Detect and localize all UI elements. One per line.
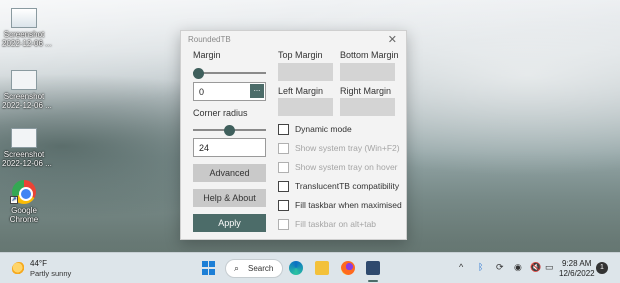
margin-options-button[interactable]: ... bbox=[250, 84, 264, 98]
slider-thumb[interactable] bbox=[224, 125, 235, 136]
checkbox[interactable] bbox=[278, 123, 289, 135]
edge-browser-icon[interactable] bbox=[289, 261, 303, 275]
show-system-tray-hover-checkbox: Show system tray on hover bbox=[278, 161, 398, 173]
checkbox-label: Fill taskbar when maximised bbox=[295, 200, 402, 210]
desktop-icon-label: 2022-12-06 ... bbox=[2, 159, 52, 168]
margin-label: Margin bbox=[193, 50, 221, 60]
desktop-icon-screenshot-2[interactable]: Screenshot 2022-12-06 ... bbox=[2, 70, 52, 110]
windows-logo-icon bbox=[209, 261, 215, 267]
weather-description: Partly sunny bbox=[30, 269, 72, 278]
dialog-title: RoundedTB bbox=[188, 35, 231, 44]
screenshot-file-icon bbox=[11, 128, 37, 148]
top-margin-label: Top Margin bbox=[278, 50, 323, 60]
bottom-margin-label: Bottom Margin bbox=[340, 50, 399, 60]
left-margin-field bbox=[278, 98, 333, 116]
advanced-button[interactable]: Advanced bbox=[193, 164, 266, 182]
file-explorer-icon[interactable] bbox=[315, 261, 329, 275]
show-system-tray-checkbox: Show system tray (Win+F2) bbox=[278, 142, 400, 154]
volume-muted-icon[interactable]: 🔇 bbox=[530, 262, 541, 273]
screenshot-file-icon bbox=[11, 70, 37, 90]
taskbar: 44°F Partly sunny ⌕ Search ^ ᛒ ⟳ ◉ 🔇 ▭ 9… bbox=[0, 252, 620, 283]
desktop-icon-label: 2022-12-06 ... bbox=[2, 39, 52, 48]
checkbox bbox=[278, 161, 289, 173]
search-label: Search bbox=[248, 264, 274, 273]
desktop-icon-label: Chrome bbox=[9, 215, 39, 224]
checkbox[interactable] bbox=[278, 199, 289, 211]
network-icon[interactable]: ◉ bbox=[514, 262, 522, 273]
checkbox-label: Fill taskbar on alt+tab bbox=[295, 219, 377, 229]
checkbox bbox=[278, 142, 289, 154]
corner-radius-label: Corner radius bbox=[193, 108, 248, 118]
desktop-icon-label: Google bbox=[11, 206, 37, 215]
battery-icon[interactable]: ▭ bbox=[545, 262, 554, 273]
top-margin-field bbox=[278, 63, 333, 81]
clock-date[interactable]: 12/6/2022 bbox=[559, 269, 595, 278]
desktop-icon-google-chrome[interactable]: ↗ Google Chrome bbox=[2, 180, 46, 224]
roundedtb-taskbar-icon[interactable] bbox=[366, 261, 380, 275]
bluetooth-icon[interactable]: ᛒ bbox=[478, 262, 483, 272]
margin-input-value: 0 bbox=[199, 87, 205, 97]
desktop-icon-screenshot-1[interactable]: Screenshot 2022-12-06 ... bbox=[2, 8, 52, 48]
firefox-icon[interactable] bbox=[341, 261, 355, 275]
slider-thumb[interactable] bbox=[193, 68, 204, 79]
desktop-icon-label: Screenshot bbox=[3, 92, 45, 101]
shortcut-arrow-icon: ↗ bbox=[10, 196, 18, 204]
close-icon[interactable]: ✕ bbox=[388, 33, 397, 46]
start-button[interactable] bbox=[202, 261, 216, 275]
right-margin-field bbox=[340, 98, 395, 116]
windows-logo-icon bbox=[202, 261, 208, 267]
checkbox[interactable] bbox=[278, 180, 289, 192]
desktop-icon-label: 2022-12-06 ... bbox=[2, 101, 52, 110]
checkbox-label: TranslucentTB compatibility bbox=[295, 181, 400, 191]
desktop-icon-label: Screenshot bbox=[3, 150, 45, 159]
checkbox bbox=[278, 218, 289, 230]
screenshot-file-icon bbox=[11, 8, 37, 28]
windows-logo-icon bbox=[202, 268, 208, 275]
checkbox-label: Show system tray (Win+F2) bbox=[295, 143, 400, 153]
sync-icon[interactable]: ⟳ bbox=[496, 262, 504, 273]
taskbar-search[interactable]: ⌕ Search bbox=[225, 259, 283, 278]
active-app-indicator bbox=[368, 280, 378, 282]
roundedtb-dialog: RoundedTB ✕ Margin 0 ... Corner radius 2… bbox=[180, 30, 407, 240]
checkbox-label: Show system tray on hover bbox=[295, 162, 398, 172]
clock-time[interactable]: 9:28 AM bbox=[562, 259, 591, 268]
left-margin-label: Left Margin bbox=[278, 86, 324, 96]
corner-radius-slider[interactable] bbox=[193, 124, 266, 136]
right-margin-label: Right Margin bbox=[340, 86, 392, 96]
show-hidden-icons-chevron[interactable]: ^ bbox=[459, 262, 463, 272]
notification-badge[interactable]: 1 bbox=[596, 262, 608, 274]
corner-radius-input-value: 24 bbox=[199, 143, 210, 153]
weather-temperature: 44°F bbox=[30, 259, 47, 268]
desktop-icon-screenshot-3[interactable]: Screenshot 2022-12-06 ... bbox=[2, 128, 52, 168]
dynamic-mode-checkbox[interactable]: Dynamic mode bbox=[278, 123, 352, 135]
fill-taskbar-alt-tab-checkbox: Fill taskbar on alt+tab bbox=[278, 218, 376, 230]
corner-radius-input[interactable]: 24 bbox=[193, 138, 266, 157]
apply-button[interactable]: Apply bbox=[193, 214, 266, 232]
translucenttb-compatibility-checkbox[interactable]: TranslucentTB compatibility bbox=[278, 180, 399, 192]
windows-logo-icon bbox=[209, 268, 215, 275]
checkbox-label: Dynamic mode bbox=[295, 124, 352, 134]
margin-slider[interactable] bbox=[193, 67, 266, 79]
bottom-margin-field bbox=[340, 63, 395, 81]
help-about-button[interactable]: Help & About bbox=[193, 189, 266, 207]
fill-taskbar-maximised-checkbox[interactable]: Fill taskbar when maximised bbox=[278, 199, 402, 211]
desktop-icon-label: Screenshot bbox=[3, 30, 45, 39]
search-icon: ⌕ bbox=[234, 263, 240, 273]
partly-sunny-icon bbox=[12, 262, 26, 276]
